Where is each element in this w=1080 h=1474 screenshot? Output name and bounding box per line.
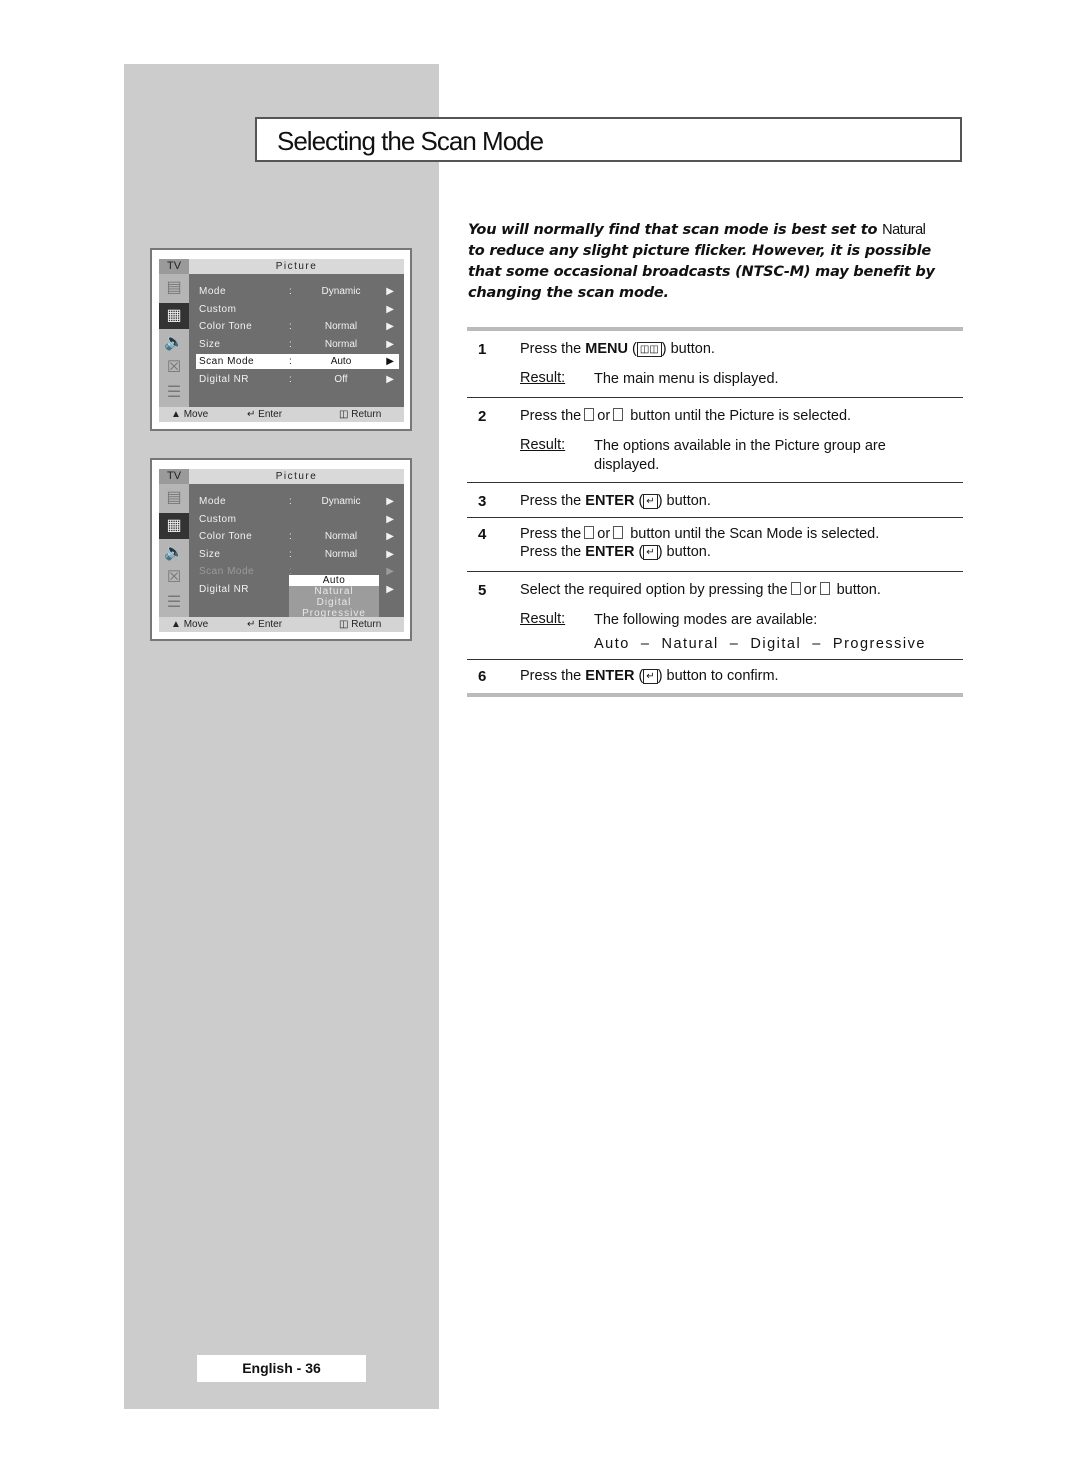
tv-label: TV (159, 259, 189, 274)
tv-label: TV (159, 469, 189, 484)
picture-icon: ▦ (159, 513, 189, 539)
divider (467, 517, 963, 518)
enter-icon: ↵ (643, 669, 658, 684)
menu-icon: ◫◫ (636, 342, 662, 357)
picture-icon: ▦ (159, 303, 189, 329)
menu-icon: ◫ (339, 619, 349, 630)
dropdown-option-auto[interactable]: Auto (289, 575, 379, 586)
updown-icon: ▲ (171, 409, 181, 420)
sound-icon: 🔈 (164, 334, 184, 351)
setup-icon: ☰ (166, 594, 182, 611)
page-title-box: Selecting the Scan Mode (255, 117, 962, 162)
scan-mode-dropdown[interactable]: Auto Natural Digital Progressive (289, 575, 379, 621)
divider (467, 327, 963, 331)
menu-icon: ◫ (339, 409, 349, 420)
arrow-right-icon: ▶ (386, 374, 394, 385)
arrow-right-icon: ▶ (386, 286, 394, 297)
input-icon: ▤ (166, 489, 182, 506)
return-hint: ◫ Return (339, 619, 382, 630)
osd-header: Picture (189, 469, 404, 484)
menu-row-digital-nr[interactable]: Digital NR: Off ▶ (196, 372, 399, 387)
move-hint: ▲ Move (171, 409, 209, 420)
menu-row-custom[interactable]: Custom ▶ (196, 512, 399, 527)
enter-hint: ↵ Enter (247, 409, 283, 420)
down-button-icon (819, 582, 830, 595)
enter-icon: ↵ (643, 545, 658, 560)
arrow-right-icon: ▶ (386, 304, 394, 315)
menu-row-size[interactable]: Size: Normal ▶ (196, 337, 399, 352)
enter-icon: ↵ (643, 494, 658, 509)
menu-row-scan-mode[interactable]: Scan Mode: Auto ▶ (196, 354, 399, 369)
arrow-right-icon: ▶ (386, 356, 394, 367)
arrow-right-icon: ▶ (386, 584, 394, 595)
arrow-right-icon: ▶ (386, 514, 394, 525)
menu-row-mode[interactable]: Mode: Dynamic ▶ (196, 494, 399, 509)
divider (467, 659, 963, 660)
arrow-right-icon: ▶ (386, 339, 394, 350)
divider (467, 482, 963, 483)
divider (467, 693, 963, 697)
menu-row-color-tone[interactable]: Color Tone: Normal ▶ (196, 529, 399, 544)
input-icon: ▤ (166, 279, 182, 296)
arrow-right-icon: ▶ (386, 321, 394, 332)
move-hint: ▲ Move (171, 619, 209, 630)
menu-row-color-tone[interactable]: Color Tone: Normal ▶ (196, 319, 399, 334)
enter-icon: ↵ (247, 409, 256, 420)
up-button-icon (584, 526, 595, 539)
up-button-icon (790, 582, 801, 595)
return-hint: ◫ Return (339, 409, 382, 420)
dropdown-option-digital[interactable]: Digital (289, 597, 379, 608)
enter-hint: ↵ Enter (247, 619, 283, 630)
down-button-icon (613, 526, 624, 539)
page-number: English - 36 (197, 1355, 366, 1382)
divider (467, 397, 963, 398)
menu-row-size[interactable]: Size: Normal ▶ (196, 547, 399, 562)
page-title: Selecting the Scan Mode (277, 126, 544, 156)
intro-paragraph: You will normally find that scan mode is… (468, 222, 935, 301)
menu-row-custom[interactable]: Custom ▶ (196, 302, 399, 317)
intro-highlight: Natural (882, 222, 926, 238)
enter-icon: ↵ (247, 619, 256, 630)
setup-icon: ☰ (166, 384, 182, 401)
channel-icon: ☒ (166, 359, 182, 376)
menu-row-mode[interactable]: Mode: Dynamic ▶ (196, 284, 399, 299)
osd-header: Picture (189, 259, 404, 274)
updown-icon: ▲ (171, 619, 181, 630)
down-button-icon (613, 408, 624, 421)
osd-picture-menu: TV Picture ▤ ▦ 🔈 ☒ ☰ Mode: Dynamic ▶ Custo… (150, 248, 412, 431)
divider (467, 571, 963, 572)
arrow-right-icon: ▶ (386, 549, 394, 560)
arrow-right-icon: ▶ (386, 496, 394, 507)
arrow-right-icon: ▶ (386, 531, 394, 542)
channel-icon: ☒ (166, 569, 182, 586)
dropdown-option-natural[interactable]: Natural (289, 586, 379, 597)
up-button-icon (584, 408, 595, 421)
osd-picture-menu-dropdown: TV Picture ▤ ▦ 🔈 ☒ ☰ Mode: Dynamic ▶ Custo… (150, 458, 412, 641)
arrow-right-icon: ▶ (386, 566, 394, 577)
sound-icon: 🔈 (164, 544, 184, 561)
scan-modes-list: Auto – Natural – Digital – Progressive (594, 636, 926, 652)
